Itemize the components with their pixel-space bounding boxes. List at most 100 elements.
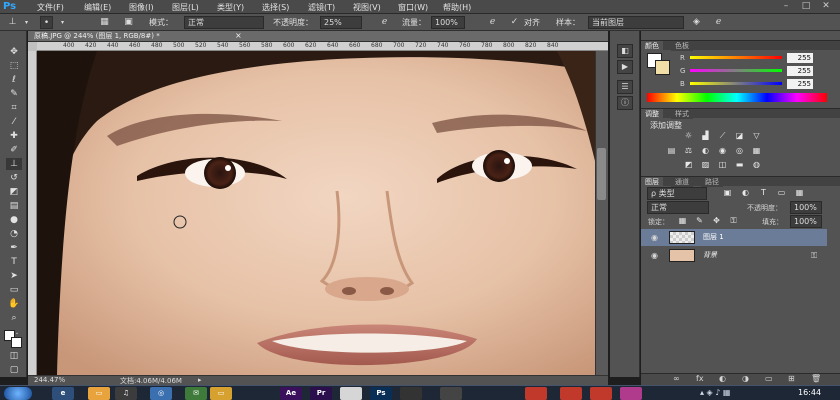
menu-edit[interactable]: 编辑(E) — [84, 2, 111, 13]
maximize-button[interactable]: □ — [800, 1, 812, 13]
gradient-tool-icon[interactable]: ▤ — [6, 200, 22, 212]
opacity-input[interactable]: 25% — [320, 16, 362, 29]
layer-opacity-input[interactable]: 100% — [790, 201, 822, 214]
new-layer-icon[interactable]: ⊞ — [788, 374, 795, 383]
black-white-adjust-icon[interactable]: ◐ — [700, 146, 711, 156]
color-lookup-adjust-icon[interactable]: ▦ — [751, 146, 762, 156]
lock-position-icon[interactable]: ✥ — [711, 216, 722, 226]
taskbar-app-7[interactable] — [525, 387, 547, 400]
panel-background-swatch[interactable] — [655, 60, 670, 75]
menu-type[interactable]: 类型(Y) — [217, 2, 244, 13]
shape-tool-icon[interactable]: ▭ — [6, 284, 22, 296]
menu-file[interactable]: 文件(F) — [37, 2, 64, 13]
taskbar-app-browser[interactable]: ◎ — [150, 387, 172, 400]
menu-select[interactable]: 选择(S) — [262, 2, 289, 13]
taskbar-app-ie[interactable]: e — [52, 387, 74, 400]
layer-name[interactable]: 图层 1 — [703, 229, 724, 246]
tab-adjustments[interactable]: 调整 — [641, 109, 663, 119]
status-menu-arrow-icon[interactable]: ▸ — [198, 376, 202, 384]
tab-paths[interactable]: 路径 — [701, 177, 723, 187]
channel-g-slider[interactable] — [690, 69, 782, 72]
tray-icons[interactable]: ▴ ◈ ♪ ▦ — [700, 388, 730, 397]
eraser-tool-icon[interactable]: ◩ — [6, 186, 22, 198]
taskbar-app-8[interactable] — [560, 387, 582, 400]
lock-pixels-icon[interactable]: ✎ — [694, 216, 705, 226]
taskbar-app-10[interactable] — [620, 387, 642, 400]
hue-saturation-adjust-icon[interactable]: ▤ — [666, 146, 677, 156]
document-tab[interactable]: 原稿.JPG @ 244% (图层 1, RGB/8#) * × — [28, 31, 608, 42]
menu-help[interactable]: 帮助(H) — [443, 2, 471, 13]
filter-pixel-icon[interactable]: ▣ — [722, 188, 733, 198]
filter-type-icon[interactable]: T — [758, 188, 769, 198]
canvas-vertical-scrollbar[interactable] — [595, 51, 608, 375]
channel-r-value[interactable]: 255 — [787, 53, 813, 63]
taskbar-app-9[interactable] — [590, 387, 612, 400]
brush-dropdown-icon[interactable]: ▾ — [56, 16, 69, 29]
menu-window[interactable]: 窗口(W) — [398, 2, 428, 13]
menu-image[interactable]: 图像(I) — [129, 2, 154, 13]
lock-transparency-icon[interactable]: ▦ — [677, 216, 688, 226]
filter-shape-icon[interactable]: ▭ — [776, 188, 787, 198]
exposure-adjust-icon[interactable]: ◪ — [734, 131, 745, 141]
link-layers-icon[interactable]: ∞ — [673, 374, 680, 383]
history-panel-icon[interactable]: ◧ — [617, 44, 633, 58]
sample-select[interactable]: 当前图层 — [588, 16, 684, 29]
dodge-tool-icon[interactable]: ◔ — [6, 228, 22, 240]
mode-select[interactable]: 正常 — [184, 16, 264, 29]
hand-tool-icon[interactable]: ✋ — [6, 298, 22, 310]
eye-icon[interactable]: ◉ — [651, 229, 658, 246]
layer-row-layer1[interactable]: ◉ 图层 1 — [641, 229, 827, 246]
lasso-tool-icon[interactable]: ℓ — [6, 74, 22, 86]
gradient-map-adjust-icon[interactable]: ▬ — [734, 160, 745, 170]
eyedropper-tool-icon[interactable]: ⁄ — [6, 116, 22, 128]
taskbar-app-folder[interactable]: ▭ — [210, 387, 232, 400]
tab-layers[interactable]: 图层 — [641, 177, 663, 187]
posterize-adjust-icon[interactable]: ▨ — [700, 160, 711, 170]
color-spectrum-bar[interactable] — [647, 93, 827, 102]
ignore-adjustment-layers-icon[interactable]: ◈ — [690, 16, 703, 29]
tab-color[interactable]: 颜色 — [641, 41, 663, 51]
menu-view[interactable]: 视图(V) — [353, 2, 381, 13]
invert-adjust-icon[interactable]: ◩ — [683, 160, 694, 170]
zoom-level[interactable]: 244.47% — [34, 376, 65, 384]
clock-time[interactable]: 16:44 — [798, 388, 821, 397]
tool-preset-dropdown-icon[interactable]: ▾ — [20, 16, 33, 29]
tab-styles[interactable]: 样式 — [671, 109, 693, 119]
layer-row-background[interactable]: ◉ 背景 ⚿ — [641, 247, 827, 264]
move-tool-icon[interactable]: ✥ — [6, 46, 22, 58]
blur-tool-icon[interactable]: ● — [6, 214, 22, 226]
info-panel-icon[interactable]: ⓘ — [617, 96, 633, 110]
filter-adjust-icon[interactable]: ◐ — [740, 188, 751, 198]
zoom-tool-icon[interactable]: ⌕ — [6, 312, 22, 324]
blend-mode-select[interactable]: 正常 — [647, 201, 709, 214]
history-brush-tool-icon[interactable]: ↺ — [6, 172, 22, 184]
screen-mode-icon[interactable]: ▢ — [6, 364, 22, 376]
minimize-button[interactable]: – — [780, 1, 792, 13]
airbrush-icon[interactable]: ℯ — [486, 16, 499, 29]
layer-filter-select[interactable]: ρ 类型 — [647, 187, 707, 200]
channel-r-slider[interactable] — [690, 56, 782, 59]
properties-panel-icon[interactable]: ☰ — [617, 80, 633, 94]
brush-panel-icon[interactable]: ▦ — [98, 16, 111, 29]
pressure-size-icon[interactable]: ℯ — [712, 16, 725, 29]
actions-panel-icon[interactable]: ▶ — [617, 60, 633, 74]
channel-g-value[interactable]: 255 — [787, 66, 813, 76]
document-canvas[interactable] — [37, 51, 595, 375]
start-button[interactable] — [4, 387, 32, 400]
quick-select-tool-icon[interactable]: ✎ — [6, 88, 22, 100]
ruler-origin[interactable] — [28, 42, 37, 51]
taskbar-app-premiere[interactable]: Pr — [310, 387, 332, 400]
selective-color-adjust-icon[interactable]: ◍ — [751, 160, 762, 170]
taskbar-app-media[interactable]: ♫ — [115, 387, 137, 400]
color-balance-adjust-icon[interactable]: ⚖ — [683, 146, 694, 156]
flow-input[interactable]: 100% — [431, 16, 465, 29]
quick-mask-icon[interactable]: ◫ — [6, 350, 22, 362]
taskbar-app-explorer[interactable]: ▭ — [88, 387, 110, 400]
taskbar-app-6[interactable] — [440, 387, 462, 400]
channel-b-slider[interactable] — [690, 82, 782, 85]
document-close-icon[interactable]: × — [235, 31, 242, 40]
channel-mixer-adjust-icon[interactable]: ◎ — [734, 146, 745, 156]
add-mask-icon[interactable]: ◐ — [719, 374, 726, 383]
menu-filter[interactable]: 滤镜(T) — [308, 2, 335, 13]
tab-swatches[interactable]: 色板 — [671, 41, 693, 51]
